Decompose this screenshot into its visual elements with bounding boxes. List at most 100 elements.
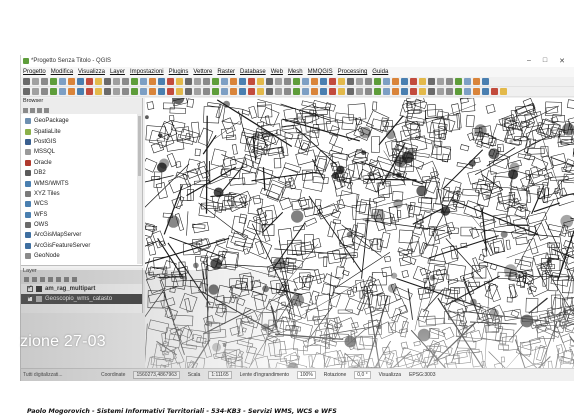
toolbar-tool-icon[interactable] xyxy=(374,78,381,85)
collapse-icon[interactable] xyxy=(37,107,42,113)
layer-row-am-rag-multipart[interactable]: am_rag_multipart xyxy=(21,284,142,294)
filter-icon[interactable] xyxy=(30,107,35,113)
menu-raster[interactable]: Raster xyxy=(217,69,235,75)
toolbar-tool-icon[interactable] xyxy=(68,78,75,85)
browser-item[interactable]: MSSQL xyxy=(25,147,142,157)
toolbar-tool-icon[interactable] xyxy=(95,88,102,95)
magnifier-field[interactable]: 100% xyxy=(296,371,316,379)
toolbar-tool-icon[interactable] xyxy=(176,78,183,85)
toolbar-tool-icon[interactable] xyxy=(320,78,327,85)
toolbar-tool-icon[interactable] xyxy=(248,88,255,95)
browser-item[interactable]: DB2 xyxy=(25,168,142,178)
refresh-icon[interactable] xyxy=(23,107,28,113)
rotation-field[interactable]: 0,0 ° xyxy=(354,371,371,379)
layer-row-geoscopio-wms-catasto[interactable]: Geoscopio_wms_catasto xyxy=(21,294,142,304)
toolbar-tool-icon[interactable] xyxy=(86,88,93,95)
toolbar-tool-icon[interactable] xyxy=(140,78,147,85)
toolbar-tool-icon[interactable] xyxy=(491,88,498,95)
toolbar-tool-icon[interactable] xyxy=(275,88,282,95)
toolbar-tool-icon[interactable] xyxy=(131,88,138,95)
toolbar-tool-icon[interactable] xyxy=(311,78,318,85)
menu-modifica[interactable]: Modifica xyxy=(51,69,73,75)
menu-layer[interactable]: Layer xyxy=(110,69,125,75)
toolbar-tool-icon[interactable] xyxy=(293,88,300,95)
menu-guida[interactable]: Guida xyxy=(372,69,388,75)
toolbar-tool-icon[interactable] xyxy=(122,78,129,85)
toolbar-tool-icon[interactable] xyxy=(428,78,435,85)
toolbar-tool-icon[interactable] xyxy=(203,78,210,85)
toolbar-tool-icon[interactable] xyxy=(230,88,237,95)
expand-all-icon[interactable] xyxy=(56,277,61,282)
toolbar-tool-icon[interactable] xyxy=(302,78,309,85)
toolbar-tool-icon[interactable] xyxy=(77,88,84,95)
toolbar-tool-icon[interactable] xyxy=(500,88,507,95)
browser-item[interactable]: XYZ Tiles xyxy=(25,189,142,199)
filter-legend-icon[interactable] xyxy=(48,277,53,282)
toolbar-tool-icon[interactable] xyxy=(347,78,354,85)
toolbar-tool-icon[interactable] xyxy=(455,88,462,95)
toolbar-tool-icon[interactable] xyxy=(392,78,399,85)
toolbar-tool-icon[interactable] xyxy=(320,88,327,95)
menu-database[interactable]: Database xyxy=(240,69,266,75)
toolbar-tool-icon[interactable] xyxy=(140,88,147,95)
toolbar-tool-icon[interactable] xyxy=(113,78,120,85)
crs-button[interactable]: EPSG:3003 xyxy=(409,372,435,378)
layer-visibility-checkbox[interactable] xyxy=(27,284,33,292)
toolbar-tool-icon[interactable] xyxy=(59,88,66,95)
toolbar-tool-icon[interactable] xyxy=(356,88,363,95)
toolbar-tool-icon[interactable] xyxy=(266,78,273,85)
toolbar-tool-icon[interactable] xyxy=(167,78,174,85)
browser-item[interactable]: GeoPackage xyxy=(25,116,142,126)
toolbar-tool-icon[interactable] xyxy=(293,78,300,85)
map-canvas[interactable] xyxy=(145,98,574,368)
toolbar-tool-icon[interactable] xyxy=(203,88,210,95)
toolbar-tool-icon[interactable] xyxy=(338,78,345,85)
toolbar-tool-icon[interactable] xyxy=(437,88,444,95)
toolbar-tool-icon[interactable] xyxy=(23,88,30,95)
menu-mesh[interactable]: Mesh xyxy=(288,69,303,75)
toolbar-tool-icon[interactable] xyxy=(104,88,111,95)
toolbar-tool-icon[interactable] xyxy=(104,78,111,85)
browser-item[interactable]: WCS xyxy=(25,199,142,209)
toolbar-tool-icon[interactable] xyxy=(212,78,219,85)
browser-item[interactable]: OWS xyxy=(25,220,142,230)
browser-item[interactable]: GeoNode xyxy=(25,251,142,261)
toolbar-tool-icon[interactable] xyxy=(32,78,39,85)
toolbar-tool-icon[interactable] xyxy=(230,78,237,85)
toolbar-tool-icon[interactable] xyxy=(221,78,228,85)
browser-item[interactable]: SpatiaLite xyxy=(25,126,142,136)
menu-vettore[interactable]: Vettore xyxy=(193,69,212,75)
style-icon[interactable] xyxy=(24,277,29,282)
toolbar-tool-icon[interactable] xyxy=(149,78,156,85)
toolbar-tool-icon[interactable] xyxy=(185,78,192,85)
toolbar-tool-icon[interactable] xyxy=(167,88,174,95)
maximize-button[interactable]: □ xyxy=(543,57,547,65)
menu-visualizza[interactable]: Visualizza xyxy=(78,69,105,75)
toolbar-tool-icon[interactable] xyxy=(437,78,444,85)
toolbar-tool-icon[interactable] xyxy=(473,78,480,85)
toolbar-tool-icon[interactable] xyxy=(464,88,471,95)
toolbar-tool-icon[interactable] xyxy=(365,78,372,85)
menu-web[interactable]: Web xyxy=(271,69,283,75)
toolbar-tool-icon[interactable] xyxy=(32,88,39,95)
toolbar-tool-icon[interactable] xyxy=(356,78,363,85)
toolbar-tool-icon[interactable] xyxy=(68,88,75,95)
toolbar-tool-icon[interactable] xyxy=(59,78,66,85)
toolbar-tool-icon[interactable] xyxy=(329,78,336,85)
toolbar-tool-icon[interactable] xyxy=(185,88,192,95)
browser-item[interactable]: WFS xyxy=(25,210,142,220)
toolbar-tool-icon[interactable] xyxy=(158,88,165,95)
toolbar-tool-icon[interactable] xyxy=(401,88,408,95)
menu-impostazioni[interactable]: Impostazioni xyxy=(130,69,164,75)
toolbar-tool-icon[interactable] xyxy=(239,88,246,95)
add-group-icon[interactable] xyxy=(32,277,37,282)
browser-scrollbar[interactable] xyxy=(137,114,142,264)
toolbar-tool-icon[interactable] xyxy=(347,88,354,95)
toolbar-tool-icon[interactable] xyxy=(401,78,408,85)
toolbar-tool-icon[interactable] xyxy=(257,78,264,85)
browser-item[interactable]: WMS/WMTS xyxy=(25,178,142,188)
toolbar-tool-icon[interactable] xyxy=(221,88,228,95)
toolbar-tool-icon[interactable] xyxy=(374,88,381,95)
toolbar-tool-icon[interactable] xyxy=(410,88,417,95)
toolbar-tool-icon[interactable] xyxy=(419,88,426,95)
